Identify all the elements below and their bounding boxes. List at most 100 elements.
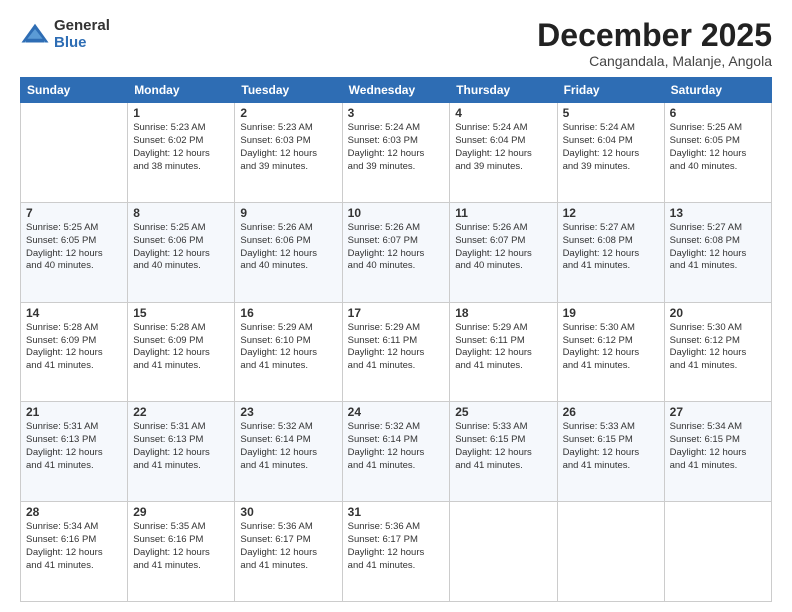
calendar-cell: 25 Sunrise: 5:33 AM Sunset: 6:15 PM Dayli… bbox=[450, 402, 557, 502]
day-info: Sunrise: 5:28 AM Sunset: 6:09 PM Dayligh… bbox=[26, 322, 122, 373]
calendar-cell bbox=[450, 502, 557, 602]
day-info: Sunrise: 5:25 AM Sunset: 6:06 PM Dayligh… bbox=[133, 222, 229, 273]
day-number: 14 bbox=[26, 306, 122, 320]
day-number: 22 bbox=[133, 405, 229, 419]
day-number: 1 bbox=[133, 106, 229, 120]
calendar-header-sunday: Sunday bbox=[21, 78, 128, 103]
day-number: 4 bbox=[455, 106, 551, 120]
day-number: 26 bbox=[563, 405, 659, 419]
day-number: 31 bbox=[348, 505, 445, 519]
logo-blue: Blue bbox=[54, 35, 110, 52]
calendar-cell: 4 Sunrise: 5:24 AM Sunset: 6:04 PM Daylig… bbox=[450, 103, 557, 203]
calendar-week-row: 21 Sunrise: 5:31 AM Sunset: 6:13 PM Dayli… bbox=[21, 402, 772, 502]
calendar-cell: 30 Sunrise: 5:36 AM Sunset: 6:17 PM Dayli… bbox=[235, 502, 342, 602]
day-info: Sunrise: 5:32 AM Sunset: 6:14 PM Dayligh… bbox=[240, 421, 336, 472]
calendar-header-row: SundayMondayTuesdayWednesdayThursdayFrid… bbox=[21, 78, 772, 103]
calendar-cell bbox=[664, 502, 771, 602]
day-number: 21 bbox=[26, 405, 122, 419]
calendar-cell: 11 Sunrise: 5:26 AM Sunset: 6:07 PM Dayli… bbox=[450, 202, 557, 302]
day-number: 28 bbox=[26, 505, 122, 519]
calendar-cell: 8Sunrise: 5:25 AM Sunset: 6:06 PM Daylig… bbox=[128, 202, 235, 302]
calendar-cell: 18 Sunrise: 5:29 AM Sunset: 6:11 PM Dayli… bbox=[450, 302, 557, 402]
day-info: Sunrise: 5:30 AM Sunset: 6:12 PM Dayligh… bbox=[670, 322, 766, 373]
day-info: Sunrise: 5:29 AM Sunset: 6:11 PM Dayligh… bbox=[455, 322, 551, 373]
calendar-cell: 12Sunrise: 5:27 AM Sunset: 6:08 PM Dayli… bbox=[557, 202, 664, 302]
day-info: Sunrise: 5:33 AM Sunset: 6:15 PM Dayligh… bbox=[563, 421, 659, 472]
day-number: 6 bbox=[670, 106, 766, 120]
day-number: 20 bbox=[670, 306, 766, 320]
day-number: 5 bbox=[563, 106, 659, 120]
title-month: December 2025 bbox=[537, 18, 772, 53]
calendar-cell: 20 Sunrise: 5:30 AM Sunset: 6:12 PM Dayli… bbox=[664, 302, 771, 402]
calendar-cell: 3 Sunrise: 5:24 AM Sunset: 6:03 PM Daylig… bbox=[342, 103, 450, 203]
calendar-cell: 21 Sunrise: 5:31 AM Sunset: 6:13 PM Dayli… bbox=[21, 402, 128, 502]
logo-icon bbox=[20, 20, 50, 50]
day-info: Sunrise: 5:33 AM Sunset: 6:15 PM Dayligh… bbox=[455, 421, 551, 472]
day-number: 13 bbox=[670, 206, 766, 220]
calendar-cell: 2 Sunrise: 5:23 AM Sunset: 6:03 PM Daylig… bbox=[235, 103, 342, 203]
day-number: 23 bbox=[240, 405, 336, 419]
header: General Blue December 2025 Cangandala, M… bbox=[20, 18, 772, 69]
calendar-cell: 23 Sunrise: 5:32 AM Sunset: 6:14 PM Dayli… bbox=[235, 402, 342, 502]
day-info: Sunrise: 5:24 AM Sunset: 6:03 PM Dayligh… bbox=[348, 122, 445, 173]
day-info: Sunrise: 5:23 AM Sunset: 6:02 PM Dayligh… bbox=[133, 122, 229, 173]
day-number: 27 bbox=[670, 405, 766, 419]
day-info: Sunrise: 5:31 AM Sunset: 6:13 PM Dayligh… bbox=[26, 421, 122, 472]
logo: General Blue bbox=[20, 18, 110, 51]
day-info: Sunrise: 5:29 AM Sunset: 6:10 PM Dayligh… bbox=[240, 322, 336, 373]
day-info: Sunrise: 5:29 AM Sunset: 6:11 PM Dayligh… bbox=[348, 322, 445, 373]
day-number: 2 bbox=[240, 106, 336, 120]
calendar-week-row: 14 Sunrise: 5:28 AM Sunset: 6:09 PM Dayli… bbox=[21, 302, 772, 402]
day-number: 24 bbox=[348, 405, 445, 419]
day-info: Sunrise: 5:32 AM Sunset: 6:14 PM Dayligh… bbox=[348, 421, 445, 472]
calendar-cell: 7Sunrise: 5:25 AM Sunset: 6:05 PM Daylig… bbox=[21, 202, 128, 302]
day-number: 10 bbox=[348, 206, 445, 220]
calendar-cell: 28Sunrise: 5:34 AM Sunset: 6:16 PM Dayli… bbox=[21, 502, 128, 602]
day-info: Sunrise: 5:23 AM Sunset: 6:03 PM Dayligh… bbox=[240, 122, 336, 173]
day-info: Sunrise: 5:35 AM Sunset: 6:16 PM Dayligh… bbox=[133, 521, 229, 572]
day-number: 18 bbox=[455, 306, 551, 320]
day-number: 3 bbox=[348, 106, 445, 120]
calendar-cell: 27 Sunrise: 5:34 AM Sunset: 6:15 PM Dayli… bbox=[664, 402, 771, 502]
calendar-cell: 1 Sunrise: 5:23 AM Sunset: 6:02 PM Daylig… bbox=[128, 103, 235, 203]
day-number: 11 bbox=[455, 206, 551, 220]
day-info: Sunrise: 5:26 AM Sunset: 6:07 PM Dayligh… bbox=[455, 222, 551, 273]
day-info: Sunrise: 5:26 AM Sunset: 6:07 PM Dayligh… bbox=[348, 222, 445, 273]
calendar-cell: 16Sunrise: 5:29 AM Sunset: 6:10 PM Dayli… bbox=[235, 302, 342, 402]
day-info: Sunrise: 5:36 AM Sunset: 6:17 PM Dayligh… bbox=[240, 521, 336, 572]
calendar-cell: 14 Sunrise: 5:28 AM Sunset: 6:09 PM Dayli… bbox=[21, 302, 128, 402]
calendar-cell: 9Sunrise: 5:26 AM Sunset: 6:06 PM Daylig… bbox=[235, 202, 342, 302]
calendar-cell: 13 Sunrise: 5:27 AM Sunset: 6:08 PM Dayli… bbox=[664, 202, 771, 302]
day-info: Sunrise: 5:27 AM Sunset: 6:08 PM Dayligh… bbox=[670, 222, 766, 273]
calendar-cell: 24 Sunrise: 5:32 AM Sunset: 6:14 PM Dayli… bbox=[342, 402, 450, 502]
day-info: Sunrise: 5:30 AM Sunset: 6:12 PM Dayligh… bbox=[563, 322, 659, 373]
day-info: Sunrise: 5:24 AM Sunset: 6:04 PM Dayligh… bbox=[455, 122, 551, 173]
day-info: Sunrise: 5:36 AM Sunset: 6:17 PM Dayligh… bbox=[348, 521, 445, 572]
calendar-header-wednesday: Wednesday bbox=[342, 78, 450, 103]
calendar-cell: 15Sunrise: 5:28 AM Sunset: 6:09 PM Dayli… bbox=[128, 302, 235, 402]
calendar-cell: 19 Sunrise: 5:30 AM Sunset: 6:12 PM Dayli… bbox=[557, 302, 664, 402]
calendar-cell bbox=[557, 502, 664, 602]
calendar-week-row: 28Sunrise: 5:34 AM Sunset: 6:16 PM Dayli… bbox=[21, 502, 772, 602]
day-info: Sunrise: 5:25 AM Sunset: 6:05 PM Dayligh… bbox=[670, 122, 766, 173]
calendar-header-friday: Friday bbox=[557, 78, 664, 103]
logo-general: General bbox=[54, 18, 110, 35]
day-number: 19 bbox=[563, 306, 659, 320]
calendar-cell: 22Sunrise: 5:31 AM Sunset: 6:13 PM Dayli… bbox=[128, 402, 235, 502]
day-number: 25 bbox=[455, 405, 551, 419]
calendar-cell: 5Sunrise: 5:24 AM Sunset: 6:04 PM Daylig… bbox=[557, 103, 664, 203]
calendar-cell: 17Sunrise: 5:29 AM Sunset: 6:11 PM Dayli… bbox=[342, 302, 450, 402]
calendar-week-row: 7Sunrise: 5:25 AM Sunset: 6:05 PM Daylig… bbox=[21, 202, 772, 302]
title-location: Cangandala, Malanje, Angola bbox=[537, 53, 772, 69]
calendar-cell: 29Sunrise: 5:35 AM Sunset: 6:16 PM Dayli… bbox=[128, 502, 235, 602]
calendar-header-monday: Monday bbox=[128, 78, 235, 103]
calendar-cell: 6 Sunrise: 5:25 AM Sunset: 6:05 PM Daylig… bbox=[664, 103, 771, 203]
calendar-header-thursday: Thursday bbox=[450, 78, 557, 103]
day-info: Sunrise: 5:27 AM Sunset: 6:08 PM Dayligh… bbox=[563, 222, 659, 273]
day-number: 30 bbox=[240, 505, 336, 519]
day-number: 15 bbox=[133, 306, 229, 320]
calendar-header-saturday: Saturday bbox=[664, 78, 771, 103]
calendar-table: SundayMondayTuesdayWednesdayThursdayFrid… bbox=[20, 77, 772, 602]
day-info: Sunrise: 5:34 AM Sunset: 6:15 PM Dayligh… bbox=[670, 421, 766, 472]
day-info: Sunrise: 5:26 AM Sunset: 6:06 PM Dayligh… bbox=[240, 222, 336, 273]
